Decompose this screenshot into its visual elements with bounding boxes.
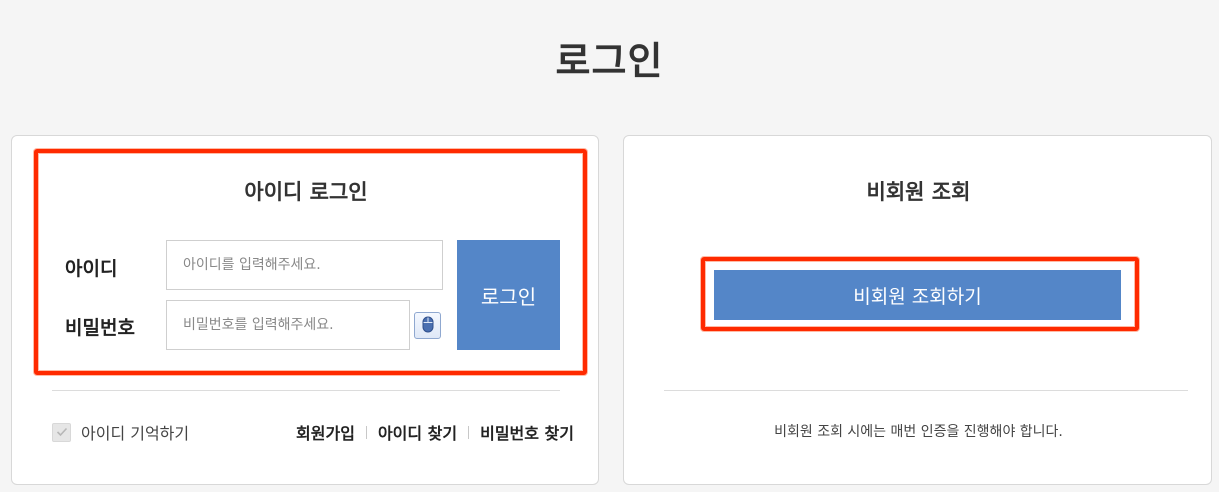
- remember-id-option[interactable]: 아이디 기억하기: [52, 420, 189, 444]
- id-label: 아이디: [65, 258, 118, 280]
- virtual-keyboard-button[interactable]: [414, 312, 441, 339]
- remember-id-checkbox[interactable]: [52, 422, 71, 442]
- account-links: 회원가입 아이디 찾기 비밀번호 찾기: [296, 420, 574, 444]
- guest-lookup-title: 비회원 조회: [866, 180, 971, 204]
- guest-lookup-button[interactable]: 비회원 조회하기: [714, 270, 1121, 320]
- login-button[interactable]: 로그인: [457, 240, 560, 350]
- guest-lookup-divider: [664, 390, 1188, 391]
- page-title: 로그인: [555, 39, 664, 83]
- member-login-title: 아이디 로그인: [244, 180, 368, 204]
- guest-lookup-panel: 비회원 조회 비회원 조회하기 비회원 조회 시에는 매번 인증을 진행해야 합…: [623, 135, 1212, 485]
- member-login-divider: [52, 390, 560, 391]
- remember-id-label: 아이디 기억하기: [81, 424, 190, 443]
- link-separator: [468, 425, 470, 439]
- member-login-panel: 아이디 로그인 아이디 비밀번호 로그인 아이디 기억하기 회원가입 아이디 찾…: [11, 135, 599, 485]
- guest-lookup-notice: 비회원 조회 시에는 매번 인증을 진행해야 합니다.: [774, 424, 1063, 440]
- check-icon: [56, 427, 67, 437]
- signup-link[interactable]: 회원가입: [296, 420, 355, 444]
- find-id-link[interactable]: 아이디 찾기: [378, 420, 457, 444]
- password-label: 비밀번호: [65, 317, 135, 339]
- password-input[interactable]: [166, 300, 410, 350]
- find-password-link[interactable]: 비밀번호 찾기: [480, 420, 574, 444]
- id-input[interactable]: [166, 240, 443, 290]
- mouse-icon: [422, 316, 434, 336]
- link-separator: [365, 425, 367, 439]
